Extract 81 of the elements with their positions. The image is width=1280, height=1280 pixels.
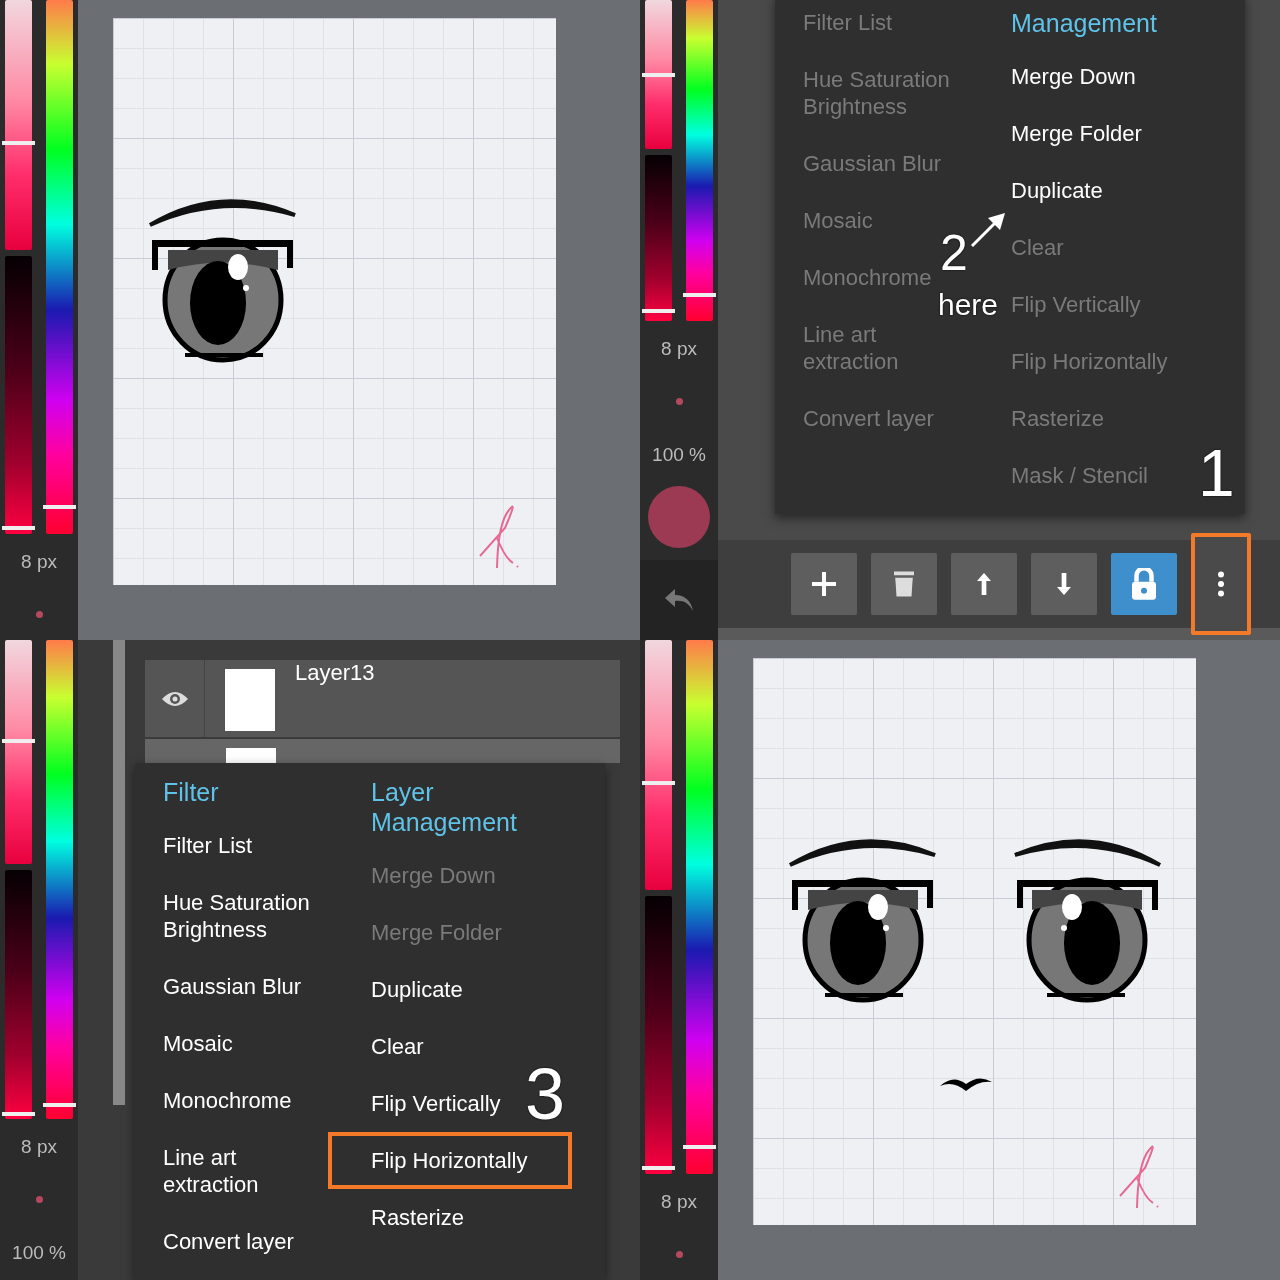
layer-thumbnail <box>225 669 275 731</box>
signature-drawing <box>1119 1145 1159 1209</box>
step-label: 3 <box>525 1058 566 1130</box>
color-slider[interactable] <box>645 896 672 1174</box>
menu-header: Layer Management <box>371 777 518 838</box>
brush-preview-icon <box>35 1196 43 1203</box>
menu-item[interactable]: Duplicate <box>371 961 463 1018</box>
slider-thumb[interactable] <box>2 738 35 743</box>
brush-size: 8 px <box>661 336 697 361</box>
opacity-value: 100 % <box>652 442 706 467</box>
drawing-canvas[interactable] <box>753 658 1196 1225</box>
arrow-up-icon <box>977 572 991 596</box>
arrow-up-button[interactable] <box>951 553 1017 615</box>
menu-item[interactable]: Convert layer <box>163 1213 294 1270</box>
layer-row[interactable]: Layer13 <box>145 660 620 737</box>
layer-name: Layer13 <box>295 660 375 686</box>
menu-item[interactable]: Merge Folder <box>1011 105 1142 162</box>
add-button[interactable] <box>791 553 857 615</box>
menu-item[interactable]: Hue Saturation Brightness <box>163 874 331 958</box>
menu-item[interactable]: Line art extraction <box>163 1129 331 1213</box>
lock-button[interactable] <box>1111 553 1177 615</box>
slider-thumb[interactable] <box>642 1166 675 1171</box>
menu-header: Filter <box>163 777 219 808</box>
arrow-down-button[interactable] <box>1031 553 1097 615</box>
slider-thumb[interactable] <box>683 293 716 298</box>
menu-item[interactable]: Rasterize <box>371 1189 464 1246</box>
slider-thumb[interactable] <box>43 1102 76 1107</box>
brush-preview-icon <box>675 398 683 405</box>
slider-thumb[interactable] <box>642 309 675 314</box>
trash-icon <box>894 571 914 597</box>
add-icon <box>812 572 836 596</box>
trash-button[interactable] <box>871 553 937 615</box>
brush-size: 8 px <box>21 549 57 574</box>
menu-item[interactable]: Monochrome <box>163 1072 292 1129</box>
step-label: here <box>938 290 999 320</box>
menu-item[interactable]: Clear <box>371 1018 424 1075</box>
more-button[interactable] <box>1191 533 1251 635</box>
color-slider[interactable] <box>5 870 32 1119</box>
color-slider[interactable] <box>5 256 32 534</box>
slider-thumb[interactable] <box>642 780 675 785</box>
slider-thumb[interactable] <box>2 526 35 531</box>
slider-thumb[interactable] <box>642 72 675 77</box>
menu-item[interactable]: Gaussian Blur <box>163 958 302 1015</box>
color-slider[interactable] <box>645 640 672 891</box>
menu-header: Management <box>1011 8 1157 39</box>
scrollbar[interactable] <box>113 640 125 1105</box>
slider-thumb[interactable] <box>2 140 35 145</box>
color-slider[interactable] <box>5 640 32 865</box>
slider-thumb[interactable] <box>43 505 76 510</box>
menu-item[interactable]: Flip Horizontally <box>328 1132 572 1189</box>
brush-preview-icon <box>675 1251 683 1258</box>
menu-item[interactable]: Duplicate <box>1011 162 1103 219</box>
arrow-icon <box>970 212 1006 248</box>
color-slider[interactable] <box>46 640 73 1119</box>
color-slider[interactable] <box>645 0 672 150</box>
lock-icon <box>1132 568 1156 600</box>
slider-thumb[interactable] <box>683 1145 716 1150</box>
signature-drawing <box>479 505 519 569</box>
step-label: 2 <box>940 228 968 278</box>
menu-item[interactable]: Mosaic <box>163 1015 233 1072</box>
mouth-drawing <box>940 1078 992 1091</box>
arrow-down-icon <box>1057 572 1071 596</box>
menu-item[interactable]: Merge Down <box>1011 48 1136 105</box>
brush-preview-icon <box>35 611 43 618</box>
more-icon <box>1218 571 1224 597</box>
eye-icon <box>160 689 189 708</box>
drawing-canvas[interactable] <box>113 18 556 585</box>
slider-thumb[interactable] <box>2 1112 35 1116</box>
brush-size: 8 px <box>21 1134 57 1159</box>
color-slider[interactable] <box>686 0 713 321</box>
layer-row[interactable] <box>145 739 620 763</box>
opacity-value: 100 % <box>12 1240 66 1265</box>
menu-item[interactable]: Flip Vertically <box>371 1075 501 1132</box>
brush-size: 8 px <box>661 1189 697 1214</box>
undo-button[interactable] <box>640 560 718 640</box>
menu-item[interactable]: Filter List <box>163 817 253 874</box>
color-slider[interactable] <box>645 155 672 321</box>
step-label: 1 <box>1198 440 1235 506</box>
color-slider[interactable] <box>46 0 73 534</box>
color-slider[interactable] <box>686 640 713 1174</box>
color-slider[interactable] <box>5 0 32 251</box>
